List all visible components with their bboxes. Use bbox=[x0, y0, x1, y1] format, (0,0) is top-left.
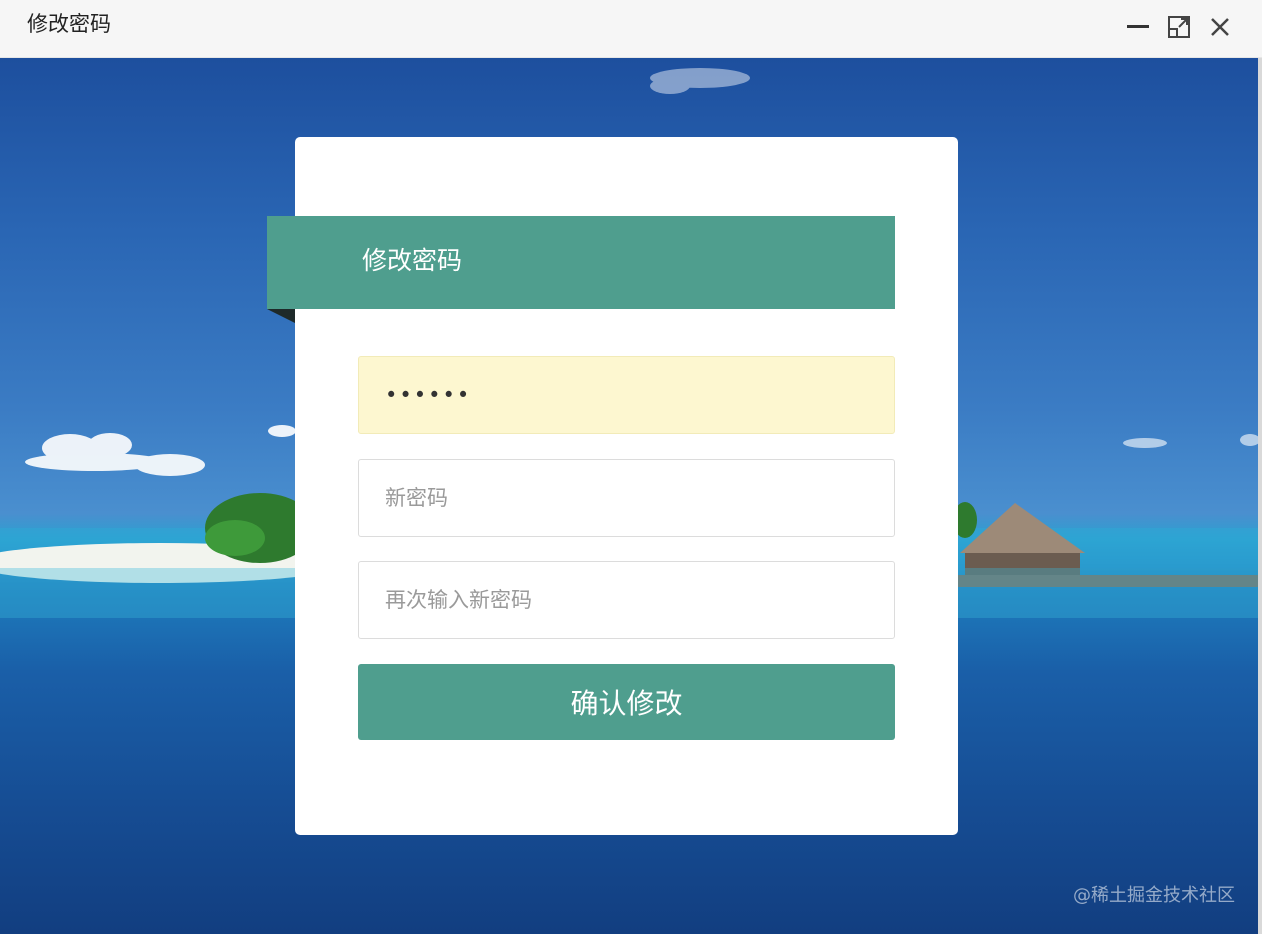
new-password-input[interactable] bbox=[358, 459, 895, 537]
watermark: @稀土掘金技术社区 bbox=[1073, 885, 1235, 906]
app-window: 修改密码 修改密码 •••••• 确认修改 @稀土掘金技术社区 bbox=[0, 0, 1262, 934]
minimize-button[interactable] bbox=[1125, 14, 1151, 40]
ribbon-fold bbox=[267, 309, 295, 323]
old-password-input[interactable] bbox=[358, 356, 895, 434]
form-heading: 修改密码 bbox=[362, 246, 463, 275]
maximize-button[interactable] bbox=[1166, 14, 1192, 40]
confirm-change-button[interactable]: 确认修改 bbox=[358, 664, 895, 740]
minimize-icon bbox=[1127, 25, 1149, 28]
title-bar: 修改密码 bbox=[0, 0, 1262, 58]
window-title: 修改密码 bbox=[27, 12, 111, 36]
maximize-icon bbox=[1168, 16, 1190, 38]
close-icon bbox=[1211, 18, 1229, 36]
window-edge bbox=[1258, 58, 1262, 934]
form-header-ribbon: 修改密码 bbox=[267, 216, 895, 309]
close-button[interactable] bbox=[1207, 14, 1233, 40]
confirm-password-input[interactable] bbox=[358, 561, 895, 639]
